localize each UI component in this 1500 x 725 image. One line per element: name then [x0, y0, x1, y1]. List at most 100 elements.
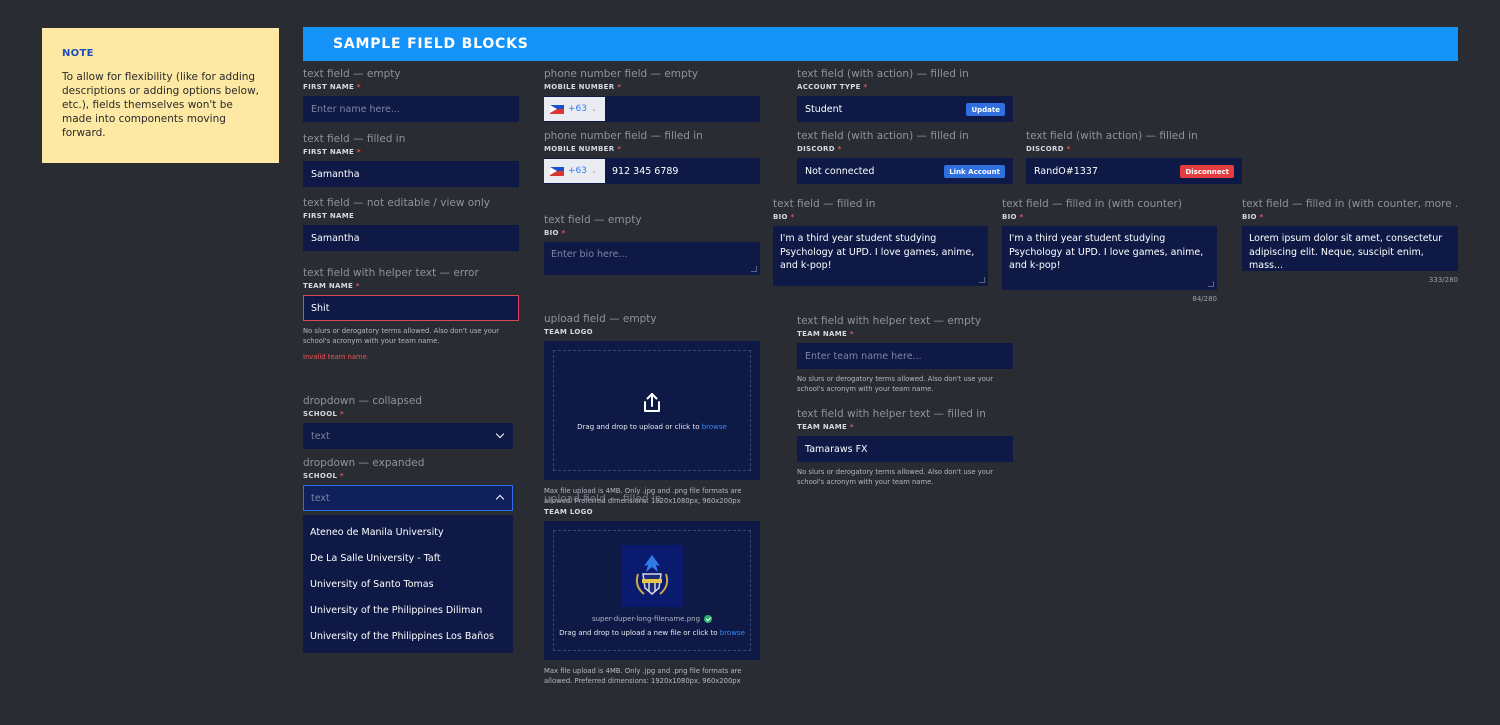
block-caption: text field — not editable / view only [303, 197, 491, 209]
upload-dropzone[interactable]: Drag and drop to upload or click to brow… [544, 341, 760, 480]
textarea-value: I'm a third year student studying Psycho… [1009, 233, 1204, 271]
field-label: SCHOOL * [303, 410, 344, 418]
field-value: Not connected [805, 165, 875, 177]
block-text-field-filled: text field — filled in FIRST NAME * Sama… [303, 133, 519, 187]
chevron-down-icon [495, 429, 505, 439]
dropdown-option[interactable]: University of the Philippines Los Baños [303, 623, 513, 649]
uploaded-filename: super-duper-long-filename.png [592, 614, 713, 623]
upload-prompt: Drag and drop to upload a new file or cl… [559, 628, 745, 637]
field-label: FIRST NAME * [303, 148, 361, 156]
update-button[interactable]: Update [966, 103, 1005, 116]
block-action-account: text field (with action) — filled in ACC… [797, 68, 1013, 122]
upload-dropzone-filled[interactable]: super-duper-long-filename.png Drag and d… [544, 521, 760, 660]
block-caption: text field — empty [544, 214, 642, 226]
field-value: Student [805, 103, 843, 115]
bio-textarea[interactable]: Lorem ipsum dolor sit amet, consectetur … [1242, 226, 1458, 271]
team-name-input[interactable]: Tamaraws FX [797, 436, 1013, 462]
account-type-input[interactable]: Student Update [797, 96, 1013, 122]
bio-textarea[interactable]: I'm a third year student studying Psycho… [1002, 226, 1217, 290]
block-caption: text field — filled in (with counter) [1002, 198, 1182, 210]
browse-link[interactable]: browse [702, 423, 727, 431]
dropdown-option[interactable]: Ateneo de Manila University [303, 519, 513, 545]
resize-handle-icon[interactable] [1208, 281, 1214, 287]
block-helper-empty: text field with helper text — empty TEAM… [797, 315, 1013, 394]
school-dropdown-open[interactable]: text [303, 485, 513, 511]
dropdown-option[interactable]: De La Salle University - Taft [303, 545, 513, 571]
upload-helper: Max file upload is 4MB. Only .jpg and .p… [544, 667, 742, 685]
field-label: BIO * [544, 229, 566, 237]
block-helper-filled: text field with helper text — filled in … [797, 408, 1013, 487]
field-label: FIRST NAME * [303, 83, 361, 91]
first-name-readonly: Samantha [303, 225, 519, 251]
field-label: TEAM NAME * [797, 423, 854, 431]
first-name-input[interactable]: Enter name here... [303, 96, 519, 122]
country-code-selector[interactable]: +63 ⌄ [544, 159, 605, 183]
team-logo-preview [621, 544, 683, 607]
textarea-value: I'm a third year student studying Psycho… [780, 233, 975, 271]
resize-handle-icon[interactable] [751, 266, 757, 272]
block-caption: text field (with action) — filled in [797, 68, 969, 80]
character-counter: 333/280 [1428, 276, 1458, 284]
country-code: +63 [568, 104, 587, 114]
block-bio-filled: text field — filled in BIO * I'm a third… [773, 198, 988, 286]
block-caption: text field — filled in [773, 198, 876, 210]
link-account-button[interactable]: Link Account [944, 165, 1005, 178]
dropdown-option[interactable]: University of the Philippines Diliman [303, 597, 513, 623]
block-text-field-error: text field with helper text — error TEAM… [303, 267, 519, 361]
error-text: Invalid team name. [303, 353, 369, 361]
field-label: BIO * [1242, 213, 1264, 221]
block-caption: text field — filled in (with counter, mo… [1242, 198, 1458, 210]
field-label: BIO * [773, 213, 795, 221]
first-name-input[interactable]: Samantha [303, 161, 519, 187]
block-bio-counter-more: text field — filled in (with counter, mo… [1242, 198, 1458, 284]
field-label: TEAM LOGO [544, 328, 593, 336]
chevron-up-icon [495, 494, 505, 504]
block-caption: upload field — filled in [544, 493, 662, 505]
field-label: DISCORD * [797, 145, 842, 153]
bio-textarea[interactable]: I'm a third year student studying Psycho… [773, 226, 988, 286]
bio-textarea[interactable]: Enter bio here... [544, 242, 760, 275]
block-caption: phone number field — empty [544, 68, 699, 80]
field-label: TEAM NAME * [303, 282, 360, 290]
mobile-number-input[interactable]: +63 ⌄ [544, 96, 760, 122]
country-code: +63 [568, 166, 587, 176]
country-code-selector[interactable]: +63 ⌄ [544, 97, 605, 121]
field-value: RandO#1337 [1034, 165, 1098, 177]
field-label: BIO * [1002, 213, 1024, 221]
helper-text: No slurs or derogatory terms allowed. Al… [797, 375, 993, 393]
block-phone-empty: phone number field — empty MOBILE NUMBER… [544, 68, 760, 122]
field-label: FIRST NAME [303, 212, 355, 220]
dropzone-inner: super-duper-long-filename.png Drag and d… [553, 530, 751, 651]
block-caption: text field — filled in [303, 133, 406, 145]
school-dropdown[interactable]: text [303, 423, 513, 449]
field-label: TEAM LOGO [544, 508, 593, 516]
mobile-number-input[interactable]: +63 ⌄ 912 345 6789 [544, 158, 760, 184]
note-card: NOTE To allow for flexibility (like for … [42, 28, 279, 163]
block-caption: dropdown — expanded [303, 457, 425, 469]
block-action-discord-empty: text field (with action) — filled in DIS… [797, 130, 1013, 184]
team-name-input[interactable]: Shit [303, 295, 519, 321]
dropdown-value: text [311, 430, 330, 442]
check-circle-icon [704, 614, 713, 623]
field-label: TEAM NAME * [797, 330, 854, 338]
banner-title: SAMPLE FIELD BLOCKS [333, 36, 529, 52]
block-text-field-readonly: text field — not editable / view only FI… [303, 197, 519, 251]
browse-link[interactable]: browse [720, 629, 745, 637]
upload-icon [644, 392, 660, 412]
note-body: To allow for flexibility (like for addin… [62, 71, 260, 139]
block-caption: text field with helper text — empty [797, 315, 982, 327]
discord-input[interactable]: RandO#1337 Disconnect [1026, 158, 1242, 184]
block-action-discord-filled: text field (with action) — filled in DIS… [1026, 130, 1242, 184]
dropzone-inner: Drag and drop to upload or click to brow… [553, 350, 751, 471]
discord-input[interactable]: Not connected Link Account [797, 158, 1013, 184]
block-upload-filled: upload field — filled in TEAM LOGO super… [544, 493, 760, 686]
disconnect-button[interactable]: Disconnect [1180, 165, 1234, 178]
dropdown-option[interactable]: University of Santo Tomas [303, 571, 513, 597]
block-caption: upload field — empty [544, 313, 657, 325]
resize-handle-icon[interactable] [979, 277, 985, 283]
phone-value: 912 345 6789 [612, 165, 679, 177]
block-text-field-empty: text field — empty FIRST NAME * Enter na… [303, 68, 519, 122]
dropdown-options: Ateneo de Manila University De La Salle … [303, 515, 513, 653]
team-name-input[interactable]: Enter team name here... [797, 343, 1013, 369]
textarea-placeholder: Enter bio here... [551, 249, 628, 260]
